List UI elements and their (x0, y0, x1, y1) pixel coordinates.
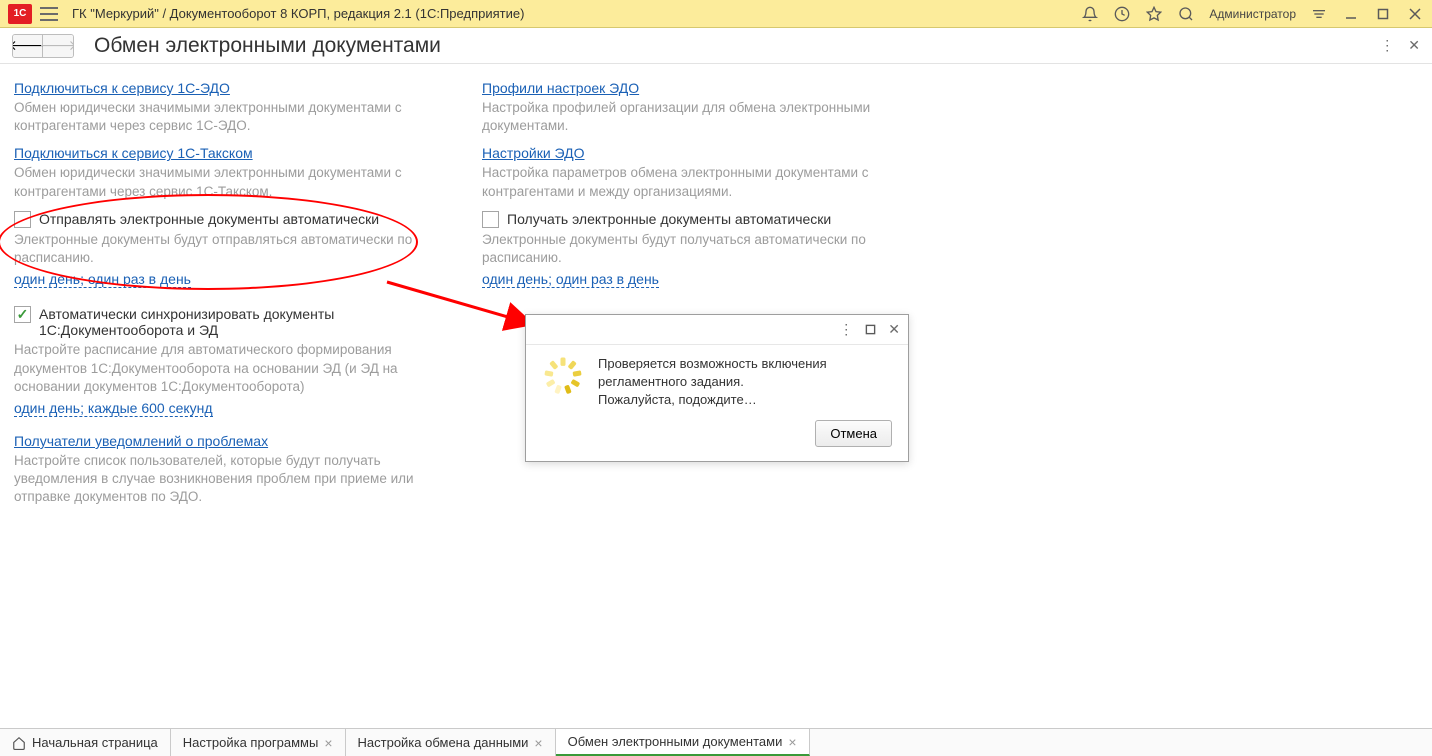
close-button[interactable] (1406, 5, 1424, 23)
dialog-close-icon[interactable]: ✕ (888, 321, 900, 338)
nav-buttons: 🡐 🡒 (12, 34, 74, 58)
progress-dialog: ⋮ ✕ (525, 314, 909, 462)
desc-connect-taxcom: Обмен юридически значимыми электронными … (14, 164, 434, 200)
tab-label: Настройка обмена данными (358, 735, 529, 750)
star-icon[interactable] (1145, 5, 1163, 23)
link-recipients[interactable]: Получатели уведомлений о проблемах (14, 433, 268, 449)
schedule-send-link[interactable]: один день; один раз в день (14, 271, 191, 288)
label-auto-sync: Автоматически синхронизировать документы… (39, 306, 434, 338)
menu-icon[interactable] (40, 7, 58, 21)
close-page-icon[interactable]: ✕ (1408, 37, 1420, 54)
tab-home-label: Начальная страница (32, 735, 158, 750)
label-auto-receive: Получать электронные документы автоматич… (507, 211, 902, 227)
link-connect-taxcom[interactable]: Подключиться к сервису 1С-Такском (14, 145, 253, 161)
desc-settings: Настройка параметров обмена электронными… (482, 164, 902, 200)
bell-icon[interactable] (1081, 5, 1099, 23)
window-title: ГК "Меркурий" / Документооборот 8 КОРП, … (72, 6, 1081, 21)
spinner-icon (542, 355, 584, 397)
tab-close-icon[interactable]: × (534, 735, 542, 751)
checkbox-auto-receive[interactable] (482, 211, 499, 228)
schedule-receive-link[interactable]: один день; один раз в день (482, 271, 659, 288)
tab-close-icon[interactable]: × (788, 734, 796, 750)
checkbox-auto-send[interactable] (14, 211, 31, 228)
cancel-button[interactable]: Отмена (815, 420, 892, 447)
tab-label: Настройка программы (183, 735, 319, 750)
search-icon[interactable] (1177, 5, 1195, 23)
logo-1c: 1C (8, 4, 32, 24)
tab-home[interactable]: Начальная страница (0, 729, 171, 756)
left-column: Подключиться к сервису 1С-ЭДО Обмен юрид… (14, 74, 434, 690)
tab-program-settings[interactable]: Настройка программы × (171, 729, 346, 756)
home-icon (12, 736, 26, 750)
history-icon[interactable] (1113, 5, 1131, 23)
dialog-line2: Пожалуйста, подождите… (598, 391, 892, 409)
maximize-button[interactable] (1374, 5, 1392, 23)
desc-auto-sync: Настройте расписание для автоматического… (14, 341, 434, 396)
nav-forward-button[interactable]: 🡒 (43, 35, 73, 57)
desc-profiles: Настройка профилей организации для обмен… (482, 99, 902, 135)
desc-auto-receive: Электронные документы будут получаться а… (482, 231, 902, 267)
tab-bar: Начальная страница Настройка программы ×… (0, 728, 1432, 756)
tab-electronic-exchange[interactable]: Обмен электронными документами × (556, 729, 810, 756)
schedule-sync-link[interactable]: один день; каждые 600 секунд (14, 400, 213, 417)
tab-exchange-settings[interactable]: Настройка обмена данными × (346, 729, 556, 756)
dialog-more-icon[interactable]: ⋮ (839, 321, 853, 338)
link-profiles[interactable]: Профили настроек ЭДО (482, 80, 639, 96)
desc-recipients: Настройте список пользователей, которые … (14, 452, 434, 507)
dialog-maximize-icon[interactable] (865, 324, 876, 335)
link-settings[interactable]: Настройки ЭДО (482, 145, 585, 161)
checkbox-auto-sync[interactable] (14, 306, 31, 323)
dialog-text: Проверяется возможность включения реглам… (598, 355, 892, 410)
more-icon[interactable]: ⋮ (1380, 37, 1394, 54)
page-title: Обмен электронными документами (94, 34, 441, 58)
minimize-button[interactable] (1342, 5, 1360, 23)
link-connect-edo[interactable]: Подключиться к сервису 1С-ЭДО (14, 80, 230, 96)
tab-close-icon[interactable]: × (324, 735, 332, 751)
tab-label: Обмен электронными документами (568, 734, 783, 749)
dialog-line1: Проверяется возможность включения реглам… (598, 355, 892, 391)
desc-auto-send: Электронные документы будут отправляться… (14, 231, 434, 267)
settings-bars-icon[interactable] (1310, 5, 1328, 23)
desc-connect-edo: Обмен юридически значимыми электронными … (14, 99, 434, 135)
user-label[interactable]: Администратор (1209, 7, 1296, 21)
label-auto-send: Отправлять электронные документы автомат… (39, 211, 434, 227)
